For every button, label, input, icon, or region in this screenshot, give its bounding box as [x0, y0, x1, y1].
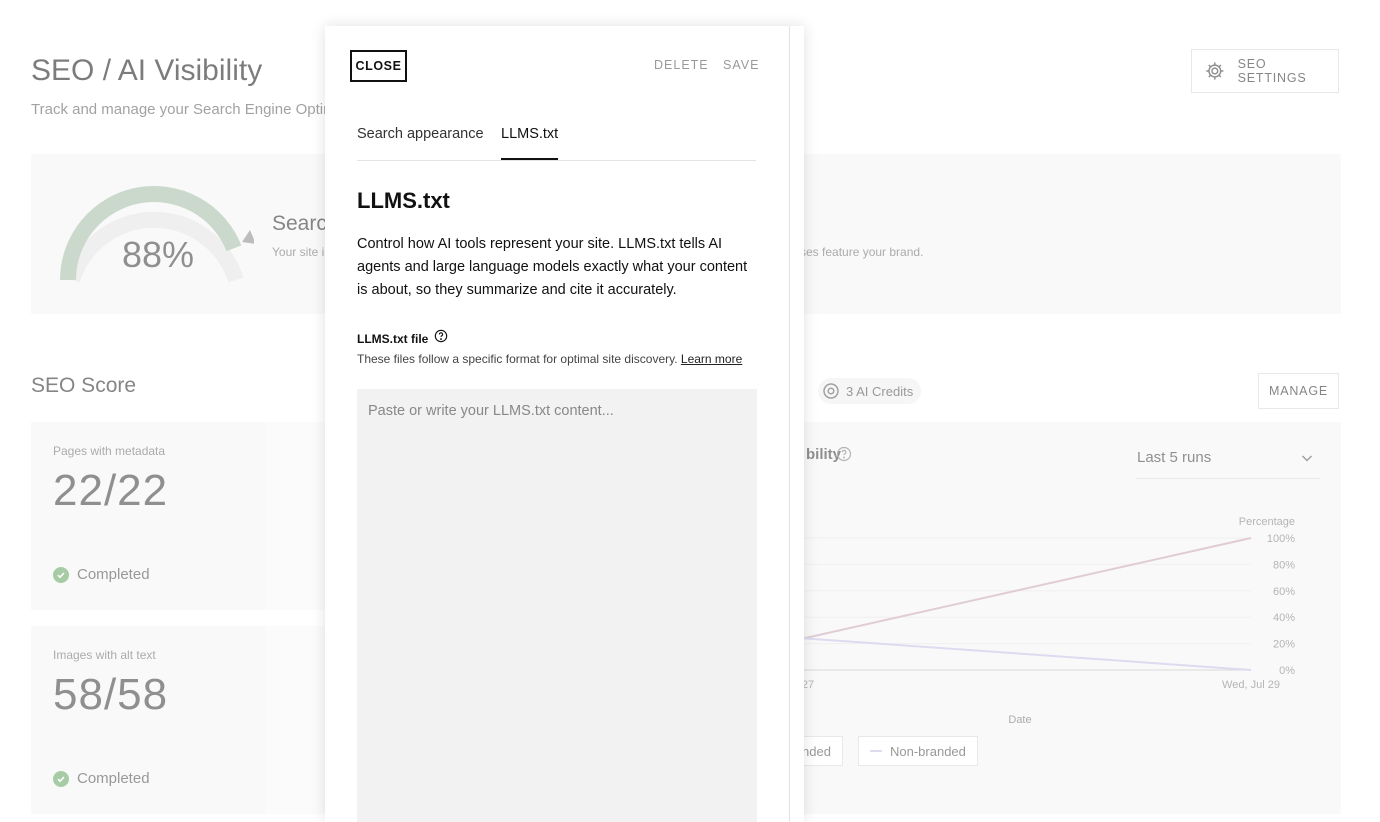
- llms-file-description-text: These files follow a specific format for…: [357, 352, 678, 366]
- delete-button[interactable]: DELETE: [654, 58, 709, 72]
- modal-intro: Control how AI tools represent your site…: [357, 236, 748, 298]
- learn-more-link[interactable]: Learn more: [681, 352, 742, 366]
- modal-tabs: Search appearance LLMS.txt: [357, 118, 756, 161]
- modal-heading: LLMS.txt: [357, 188, 450, 213]
- help-icon[interactable]: [434, 329, 448, 343]
- llms-file-description: These files follow a specific format for…: [357, 351, 747, 367]
- tab-search-appearance[interactable]: Search appearance: [357, 126, 484, 160]
- llms-file-label: LLMS.txt file: [357, 332, 429, 346]
- modal-scrollbar[interactable]: [789, 26, 804, 822]
- close-button[interactable]: CLOSE: [350, 50, 407, 82]
- save-button[interactable]: SAVE: [723, 58, 759, 72]
- llms-content-textarea[interactable]: [357, 389, 757, 822]
- tab-llms-txt[interactable]: LLMS.txt: [501, 126, 559, 160]
